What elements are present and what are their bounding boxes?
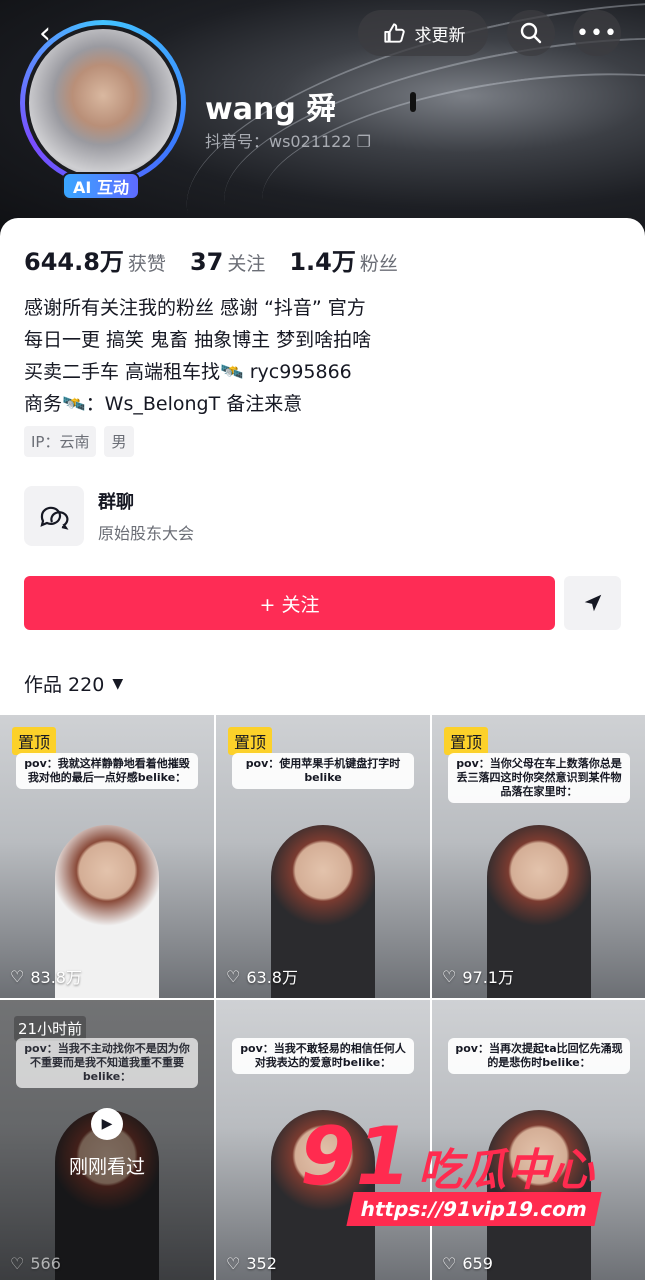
ip-tag: IP：云南 [24, 426, 97, 457]
profile-tags: IP：云南 男 [24, 426, 134, 457]
stat-likes[interactable]: 644.8万 获赞 [24, 242, 166, 277]
stat-label: 粉丝 [359, 253, 398, 275]
more-dots-icon: ••• [576, 20, 618, 46]
avatar-image [25, 25, 181, 181]
douyin-id[interactable]: 抖音号：ws021122 ❐ [205, 128, 371, 152]
video-tile[interactable]: 21小时前 pov：当我不主动找你不是因为你不重要而是我不知道我重不重要beli… [0, 1000, 214, 1280]
heart-icon: ♡ [10, 1254, 25, 1273]
video-caption: pov：当我不主动找你不是因为你不重要而是我不知道我重不重要belike： [16, 1038, 198, 1088]
bio-line: 买卖二手车 高端租车找🛰️ ryc995866 [24, 361, 352, 383]
stats-row: 644.8万 获赞 37 关注 1.4万 粉丝 [24, 242, 398, 277]
like-count: ♡ 352 [226, 1254, 277, 1273]
request-update-button[interactable]: 求更新 [358, 10, 488, 56]
recently-watched: ▶ 刚刚看过 [0, 1108, 214, 1179]
group-chat-entry[interactable]: 群聊 原始股东大会 [24, 486, 194, 546]
gender-tag: 男 [104, 426, 134, 457]
bio-line: 感谢所有关注我的粉丝 感谢 “抖音” 官方 [24, 297, 366, 319]
search-button[interactable] [507, 10, 555, 56]
like-count-text: 566 [30, 1254, 61, 1273]
stat-number: 644.8万 [24, 248, 124, 276]
watermark-number: 91 [300, 1110, 412, 1203]
works-tab[interactable]: 作品 220 ▼ [24, 670, 123, 697]
bio: 感谢所有关注我的粉丝 感谢 “抖音” 官方 每日一更 搞笑 鬼畜 抽象博主 梦到… [24, 292, 371, 420]
recently-watched-label: 刚刚看过 [68, 1156, 145, 1178]
search-icon [520, 22, 542, 44]
video-tile[interactable]: 置顶 pov：当你父母在车上数落你总是丢三落四这时你突然意识到某件物品落在家里时… [432, 715, 645, 998]
stat-label: 获赞 [127, 253, 166, 275]
more-button[interactable]: ••• [573, 10, 621, 56]
video-caption: pov：我就这样静静地看着他摧毁我对他的最后一点好感belike： [16, 753, 198, 789]
video-caption: pov：当我不敢轻易的相信任何人对我表达的爱意时belike： [232, 1038, 414, 1074]
ai-interact-badge[interactable]: AI 互动 [62, 172, 140, 200]
heart-icon: ♡ [226, 1254, 241, 1273]
stat-followers[interactable]: 1.4万 粉丝 [289, 242, 398, 277]
stat-label: 关注 [227, 253, 266, 275]
heart-icon: ♡ [442, 966, 457, 986]
like-count-text: 97.1万 [462, 968, 514, 987]
copy-icon[interactable]: ❐ [357, 132, 371, 151]
video-tile[interactable]: 置顶 pov：我就这样静静地看着他摧毁我对他的最后一点好感belike： ♡ 83… [0, 715, 214, 998]
group-subtitle: 原始股东大会 [98, 524, 195, 543]
video-caption: pov：使用苹果手机键盘打字时belike [232, 753, 414, 789]
send-icon [584, 594, 601, 612]
pinned-badge: 置顶 [444, 727, 489, 755]
watermark-url: https://91vip19.com [346, 1192, 602, 1226]
like-count-text: 83.8万 [30, 968, 82, 987]
like-count-text: 63.8万 [246, 968, 298, 987]
heart-icon: ♡ [442, 1254, 457, 1273]
group-title: 群聊 [98, 492, 134, 513]
caret-down-icon: ▼ [112, 675, 124, 692]
share-button[interactable] [564, 576, 621, 630]
watermark: 91 吃瓜中心 https://91vip19.com [300, 1110, 620, 1230]
play-icon: ▶ [91, 1108, 123, 1140]
bio-line: 商务🛰️：Ws_BelongT 备注来意 [24, 393, 303, 415]
like-count: ♡ 97.1万 [442, 964, 514, 988]
bio-line: 每日一更 搞笑 鬼畜 抽象博主 梦到啥拍啥 [24, 329, 372, 351]
video-caption: pov：当你父母在车上数落你总是丢三落四这时你突然意识到某件物品落在家里时： [448, 753, 630, 803]
watermark-text: 吃瓜中心 [418, 1145, 594, 1196]
heart-icon: ♡ [10, 966, 25, 986]
like-count-text: 352 [246, 1254, 277, 1273]
stat-number: 1.4万 [289, 248, 356, 276]
avatar[interactable] [20, 20, 186, 186]
douyin-id-text: 抖音号：ws021122 [205, 132, 352, 151]
pinned-badge: 置顶 [228, 727, 273, 755]
like-count: ♡ 659 [442, 1254, 493, 1273]
works-label: 作品 220 [24, 674, 105, 696]
hand-point-icon [383, 23, 405, 43]
chat-bubble-icon [24, 486, 84, 546]
like-count: ♡ 63.8万 [226, 964, 298, 988]
heart-icon: ♡ [226, 966, 241, 986]
banner-figure [410, 92, 416, 112]
follow-button[interactable]: + 关注 [24, 576, 555, 630]
stat-number: 37 [189, 248, 224, 276]
like-count: ♡ 566 [10, 1254, 61, 1273]
profile-name: wang 舜 [205, 92, 337, 127]
pinned-badge: 置顶 [12, 727, 57, 755]
request-update-label: 求更新 [414, 25, 466, 46]
stat-following[interactable]: 37 关注 [190, 248, 265, 276]
like-count-text: 659 [462, 1254, 493, 1273]
video-caption: pov：当再次提起ta比回忆先涌现的是悲伤时belike： [448, 1038, 630, 1074]
like-count: ♡ 83.8万 [10, 964, 82, 988]
video-tile[interactable]: 置顶 pov：使用苹果手机键盘打字时belike ♡ 63.8万 [216, 715, 430, 998]
